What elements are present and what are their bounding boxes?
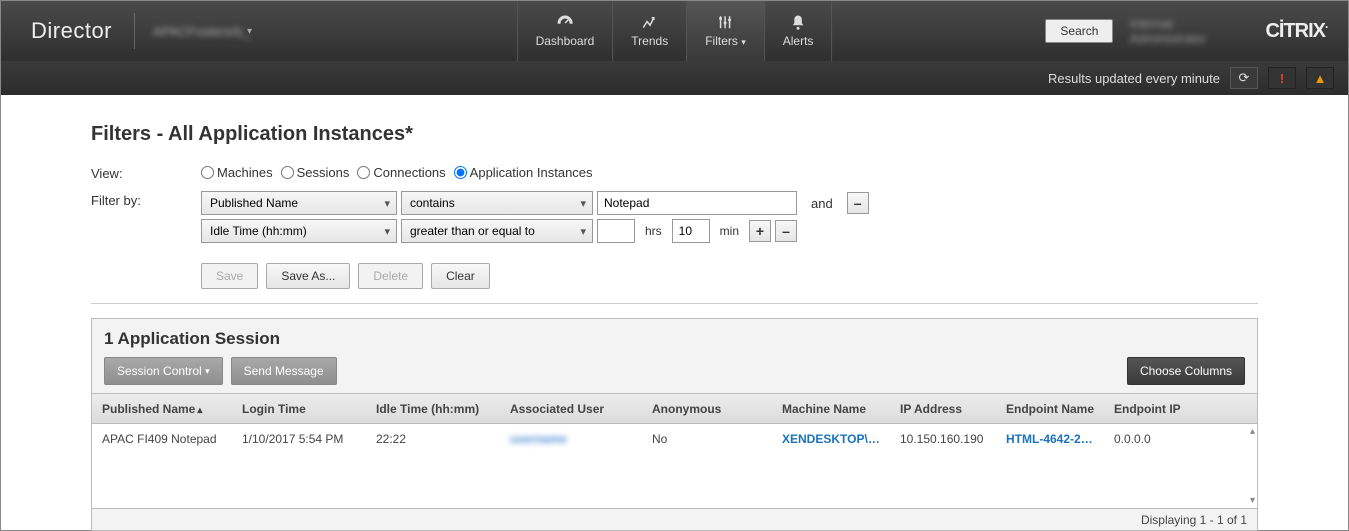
filter-field-select[interactable]: Published Name: [201, 191, 397, 215]
table-row[interactable]: APAC FI409 Notepad 1/10/2017 5:54 PM 22:…: [92, 424, 1257, 454]
results-header: 1 Application Session Session Control ▾ …: [92, 319, 1257, 393]
refresh-icon: ⟳: [1239, 70, 1250, 86]
grid-body: APAC FI409 Notepad 1/10/2017 5:54 PM 22:…: [92, 424, 1257, 508]
clear-button[interactable]: Clear: [431, 263, 490, 289]
cell-idle: 22:22: [366, 432, 500, 446]
results-toolbar: Session Control ▾ Send Message Choose Co…: [104, 357, 1245, 385]
delete-button: Delete: [358, 263, 423, 289]
filter-rows: Published Name contains and – Idle Time …: [201, 191, 869, 289]
citrix-logo: CİTRIX·: [1265, 20, 1328, 43]
filter-value-input[interactable]: [597, 191, 797, 215]
view-machines[interactable]: Machines: [201, 165, 273, 180]
warning-icon: ▲: [1314, 71, 1327, 86]
col-published-name[interactable]: Published Name▴: [92, 402, 232, 416]
filter-hrs-input[interactable]: [597, 219, 635, 243]
col-associated-user[interactable]: Associated User: [500, 402, 642, 416]
critical-alerts-button[interactable]: !: [1268, 67, 1296, 89]
brand-divider: [134, 13, 135, 49]
col-endpoint-name[interactable]: Endpoint Name: [996, 402, 1104, 416]
search-button[interactable]: Search: [1045, 19, 1113, 43]
warning-alerts-button[interactable]: ▲: [1306, 67, 1334, 89]
min-label: min: [720, 224, 739, 238]
main-nav: Dashboard Trends Filters ▾ Alerts: [517, 1, 833, 61]
filter-line-1: Published Name contains and –: [201, 191, 869, 215]
view-label: View:: [91, 164, 201, 181]
session-control-button[interactable]: Session Control ▾: [104, 357, 223, 385]
choose-columns-button[interactable]: Choose Columns: [1127, 357, 1245, 385]
scroll-up-icon[interactable]: ▴: [1250, 426, 1255, 437]
filters-icon: [715, 14, 735, 32]
cell-endpoint-ip: 0.0.0.0: [1104, 432, 1210, 446]
view-sessions[interactable]: Sessions: [281, 165, 350, 180]
user-menu[interactable]: Internal Administrator: [1129, 16, 1249, 46]
col-login-time[interactable]: Login Time: [232, 402, 366, 416]
hrs-label: hrs: [645, 224, 662, 238]
trends-icon: [640, 14, 660, 32]
col-anonymous[interactable]: Anonymous: [642, 402, 772, 416]
col-ip-address[interactable]: IP Address: [890, 402, 996, 416]
and-label: and: [811, 196, 833, 211]
remove-filter-button[interactable]: –: [775, 220, 797, 242]
cell-user[interactable]: username: [500, 432, 642, 446]
nav-alerts[interactable]: Alerts: [764, 1, 833, 61]
remove-filter-button[interactable]: –: [847, 192, 869, 214]
top-bar: Director APACFostersrb_ ▾ Dashboard Tren…: [1, 1, 1348, 61]
top-right: Search Internal Administrator CİTRIX·: [1045, 16, 1328, 46]
refresh-button[interactable]: ⟳: [1230, 67, 1258, 89]
main-content: Filters - All Application Instances* Vie…: [1, 95, 1348, 304]
status-bar: Results updated every minute ⟳ ! ▲: [1, 61, 1348, 95]
chevron-down-icon: ▾: [205, 366, 210, 377]
status-message: Results updated every minute: [1048, 71, 1220, 86]
bell-icon: [789, 14, 807, 32]
results-grid: Published Name▴ Login Time Idle Time (hh…: [92, 393, 1257, 530]
filter-field-select[interactable]: Idle Time (hh:mm): [201, 219, 397, 243]
sort-asc-icon: ▴: [197, 405, 202, 416]
nav-filters[interactable]: Filters ▾: [686, 1, 764, 61]
exclamation-icon: !: [1280, 71, 1284, 86]
view-row: View: Machines Sessions Connections Appl…: [91, 164, 1258, 181]
results-title: 1 Application Session: [104, 329, 1245, 349]
results-panel: 1 Application Session Session Control ▾ …: [91, 318, 1258, 531]
site-dropdown[interactable]: APACFostersrb_: [153, 24, 243, 39]
nav-trends[interactable]: Trends: [612, 1, 686, 61]
cell-published: APAC FI409 Notepad: [92, 432, 232, 446]
cell-machine-link[interactable]: XENDESKTOP\ap-f40: [772, 432, 890, 446]
view-radio-group: Machines Sessions Connections Applicatio…: [201, 165, 593, 180]
filter-actions: Save Save As... Delete Clear: [201, 263, 869, 289]
view-app-instances[interactable]: Application Instances: [454, 165, 593, 180]
nav-label: Filters ▾: [705, 34, 746, 48]
brand: Director: [1, 18, 134, 44]
nav-label: Trends: [631, 34, 668, 48]
col-machine-name[interactable]: Machine Name: [772, 402, 890, 416]
scroll-down-icon[interactable]: ▾: [1250, 495, 1255, 506]
filter-by-label: Filter by:: [91, 191, 201, 208]
add-filter-button[interactable]: +: [749, 220, 771, 242]
view-connections[interactable]: Connections: [357, 165, 445, 180]
grid-footer: Displaying 1 - 1 of 1: [92, 508, 1257, 530]
cell-login: 1/10/2017 5:54 PM: [232, 432, 366, 446]
send-message-button[interactable]: Send Message: [231, 357, 337, 385]
col-endpoint-ip[interactable]: Endpoint IP: [1104, 402, 1210, 416]
save-as-button[interactable]: Save As...: [266, 263, 350, 289]
filter-op-select[interactable]: contains: [401, 191, 593, 215]
filter-min-input[interactable]: [672, 219, 710, 243]
chevron-down-icon: ▾: [741, 37, 746, 47]
save-button: Save: [201, 263, 258, 289]
gauge-icon: [554, 14, 576, 32]
nav-label: Dashboard: [536, 34, 595, 48]
page-title: Filters - All Application Instances*: [91, 123, 1258, 146]
filter-line-2: Idle Time (hh:mm) greater than or equal …: [201, 219, 869, 243]
cell-endpoint-link[interactable]: HTML-4642-2677: [996, 432, 1104, 446]
cell-anon: No: [642, 432, 772, 446]
grid-header: Published Name▴ Login Time Idle Time (hh…: [92, 394, 1257, 424]
cell-ip: 10.150.160.190: [890, 432, 996, 446]
filter-op-select[interactable]: greater than or equal to: [401, 219, 593, 243]
filter-row: Filter by: Published Name contains and –…: [91, 191, 1258, 289]
nav-label: Alerts: [783, 34, 814, 48]
col-idle-time[interactable]: Idle Time (hh:mm): [366, 402, 500, 416]
nav-dashboard[interactable]: Dashboard: [517, 1, 613, 61]
separator: [91, 303, 1258, 304]
